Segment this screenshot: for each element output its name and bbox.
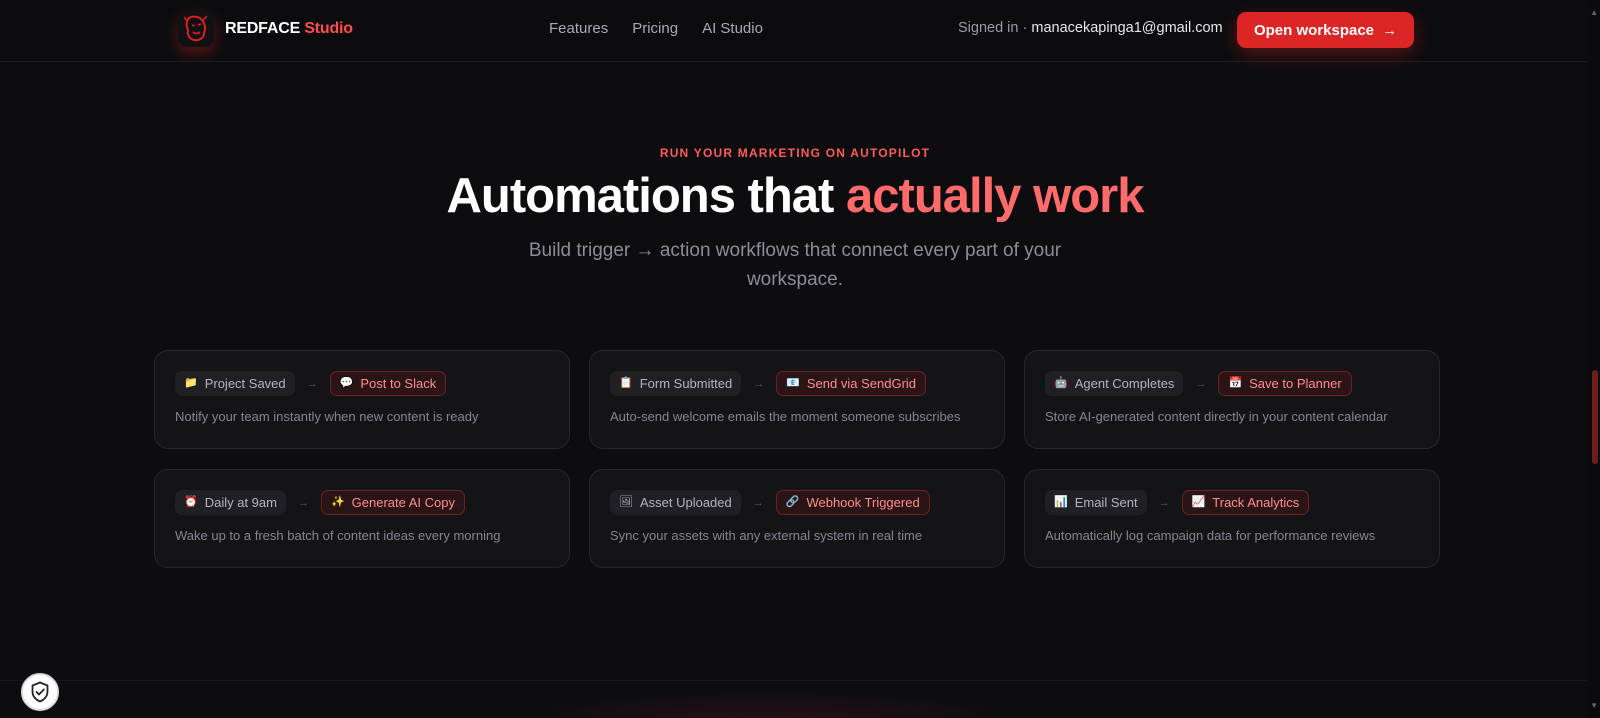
nav-link-ai-studio[interactable]: AI Studio [702, 20, 763, 37]
trigger-chip: 🤖 Agent Completes [1045, 371, 1184, 396]
top-nav: REDFACE Studio Features Pricing AI Studi… [0, 0, 1600, 62]
trigger-label: Asset Uploaded [639, 495, 732, 510]
nav-link-features[interactable]: Features [549, 20, 608, 37]
arrow-icon: → [297, 496, 309, 509]
nav-link-pricing[interactable]: Pricing [632, 20, 678, 37]
hero-subtitle: Build trigger → action workflows that co… [528, 240, 1062, 290]
arrow-icon: → [1158, 496, 1170, 509]
action-label: Post to Slack [360, 376, 437, 391]
envelope-icon: 📧 [786, 377, 800, 389]
action-chip: 🔗 Webhook Triggered [775, 490, 930, 515]
automation-card[interactable]: 🤖 Agent Completes → 📅 Save to Planner St… [1024, 350, 1440, 449]
card-description: Notify your team instantly when new cont… [175, 409, 479, 424]
calendar-icon: 📅 [1228, 377, 1243, 389]
scroll-up-icon[interactable]: ▲ [1590, 8, 1598, 17]
robot-icon: 🤖 [1054, 377, 1068, 389]
arrow-icon: → [752, 496, 764, 509]
trigger-chip: ⏰ Daily at 9am [175, 490, 286, 515]
action-chip: 📅 Save to Planner [1218, 371, 1352, 396]
card-description: Automatically log campaign data for perf… [1045, 528, 1376, 543]
brand-name: REDFACE Studio [225, 20, 353, 38]
trigger-chip: 📋 Form Submitted [610, 371, 742, 396]
shield-check-icon[interactable] [21, 673, 59, 711]
trigger-chip: 🖼 Asset Uploaded [610, 490, 741, 515]
scrollbar-thumb[interactable] [1592, 370, 1598, 464]
automation-card[interactable]: 📋 Form Submitted → 📧 Send via SendGrid A… [589, 350, 1005, 449]
hero-title-accent: actually work [846, 169, 1144, 223]
action-chip: 📧 Send via SendGrid [776, 371, 927, 396]
action-label: Save to Planner [1249, 376, 1342, 391]
trigger-chip: 📊 Email Sent [1045, 490, 1147, 515]
signed-in-status: Signed in · manacekapinga1@gmail.com [958, 20, 1223, 36]
redface-logo-icon [178, 11, 214, 47]
workflow-chips: 📋 Form Submitted → 📧 Send via SendGrid [610, 371, 927, 396]
trigger-label: Daily at 9am [204, 495, 277, 510]
alarm-clock-icon: ⏰ [184, 496, 198, 508]
folder-icon: 📁 [184, 377, 198, 389]
automation-card[interactable]: ⏰ Daily at 9am → ✨ Generate AI Copy Wake… [154, 469, 570, 568]
workflow-chips: 🖼 Asset Uploaded → 🔗 Webhook Triggered [610, 490, 930, 515]
scroll-down-icon[interactable]: ▼ [1590, 701, 1598, 710]
action-chip: 📈 Track Analytics [1181, 490, 1310, 515]
trigger-label: Project Saved [204, 376, 286, 391]
arrow-icon: → [753, 377, 765, 390]
hero-eyebrow: RUN YOUR MARKETING ON AUTOPILOT [659, 146, 931, 160]
brand-name-accent: Studio [304, 20, 353, 37]
automation-card[interactable]: 📁 Project Saved → 💬 Post to Slack Notify… [154, 350, 570, 449]
workflow-chips: 📁 Project Saved → 💬 Post to Slack [175, 371, 447, 396]
decorative-glow [520, 690, 1020, 718]
brand-name-main: REDFACE [225, 20, 301, 37]
trigger-label: Form Submitted [639, 376, 733, 391]
arrow-icon: → [306, 377, 318, 390]
automation-card[interactable]: 📊 Email Sent → 📈 Track Analytics Automat… [1024, 469, 1440, 568]
clipboard-icon: 📋 [619, 377, 633, 389]
arrow-right-icon: → [1382, 21, 1398, 39]
section-divider [0, 680, 1600, 681]
card-description: Auto-send welcome emails the moment some… [610, 409, 961, 424]
trigger-label: Email Sent [1074, 495, 1138, 510]
hero-title: Automations that actually work [0, 168, 1590, 224]
action-label: Track Analytics [1212, 495, 1300, 510]
signed-in-email: manacekapinga1@gmail.com [1031, 20, 1223, 36]
bar-chart-icon: 📊 [1054, 496, 1068, 508]
image-icon: 🖼 [619, 496, 633, 508]
link-icon: 🔗 [785, 496, 800, 508]
nav-links: Features Pricing AI Studio [549, 20, 763, 37]
open-workspace-button[interactable]: Open workspace → [1237, 12, 1414, 48]
card-description: Store AI-generated content directly in y… [1045, 409, 1388, 424]
automation-card[interactable]: 🖼 Asset Uploaded → 🔗 Webhook Triggered S… [589, 469, 1005, 568]
action-label: Webhook Triggered [806, 495, 920, 510]
speech-bubble-icon: 💬 [339, 377, 354, 389]
arrow-icon: → [1195, 377, 1207, 390]
card-description: Wake up to a fresh batch of content idea… [175, 528, 501, 543]
trigger-chip: 📁 Project Saved [175, 371, 295, 396]
card-description: Sync your assets with any external syste… [610, 528, 923, 543]
workflow-chips: ⏰ Daily at 9am → ✨ Generate AI Copy [175, 490, 465, 515]
workflow-chips: 📊 Email Sent → 📈 Track Analytics [1045, 490, 1310, 515]
sparkles-icon: ✨ [330, 496, 345, 508]
action-label: Generate AI Copy [351, 495, 455, 510]
hero-title-main: Automations that [446, 169, 835, 223]
trending-up-icon: 📈 [1191, 496, 1206, 508]
scrollbar[interactable]: ▲ ▼ [1588, 0, 1600, 718]
action-chip: ✨ Generate AI Copy [320, 490, 465, 515]
workflow-chips: 🤖 Agent Completes → 📅 Save to Planner [1045, 371, 1352, 396]
open-workspace-label: Open workspace [1253, 21, 1375, 39]
action-chip: 💬 Post to Slack [329, 371, 447, 396]
signed-in-prefix: Signed in · [958, 20, 1028, 36]
trigger-label: Agent Completes [1074, 376, 1175, 391]
brand[interactable]: REDFACE Studio [178, 11, 353, 47]
action-label: Send via SendGrid [806, 376, 917, 391]
